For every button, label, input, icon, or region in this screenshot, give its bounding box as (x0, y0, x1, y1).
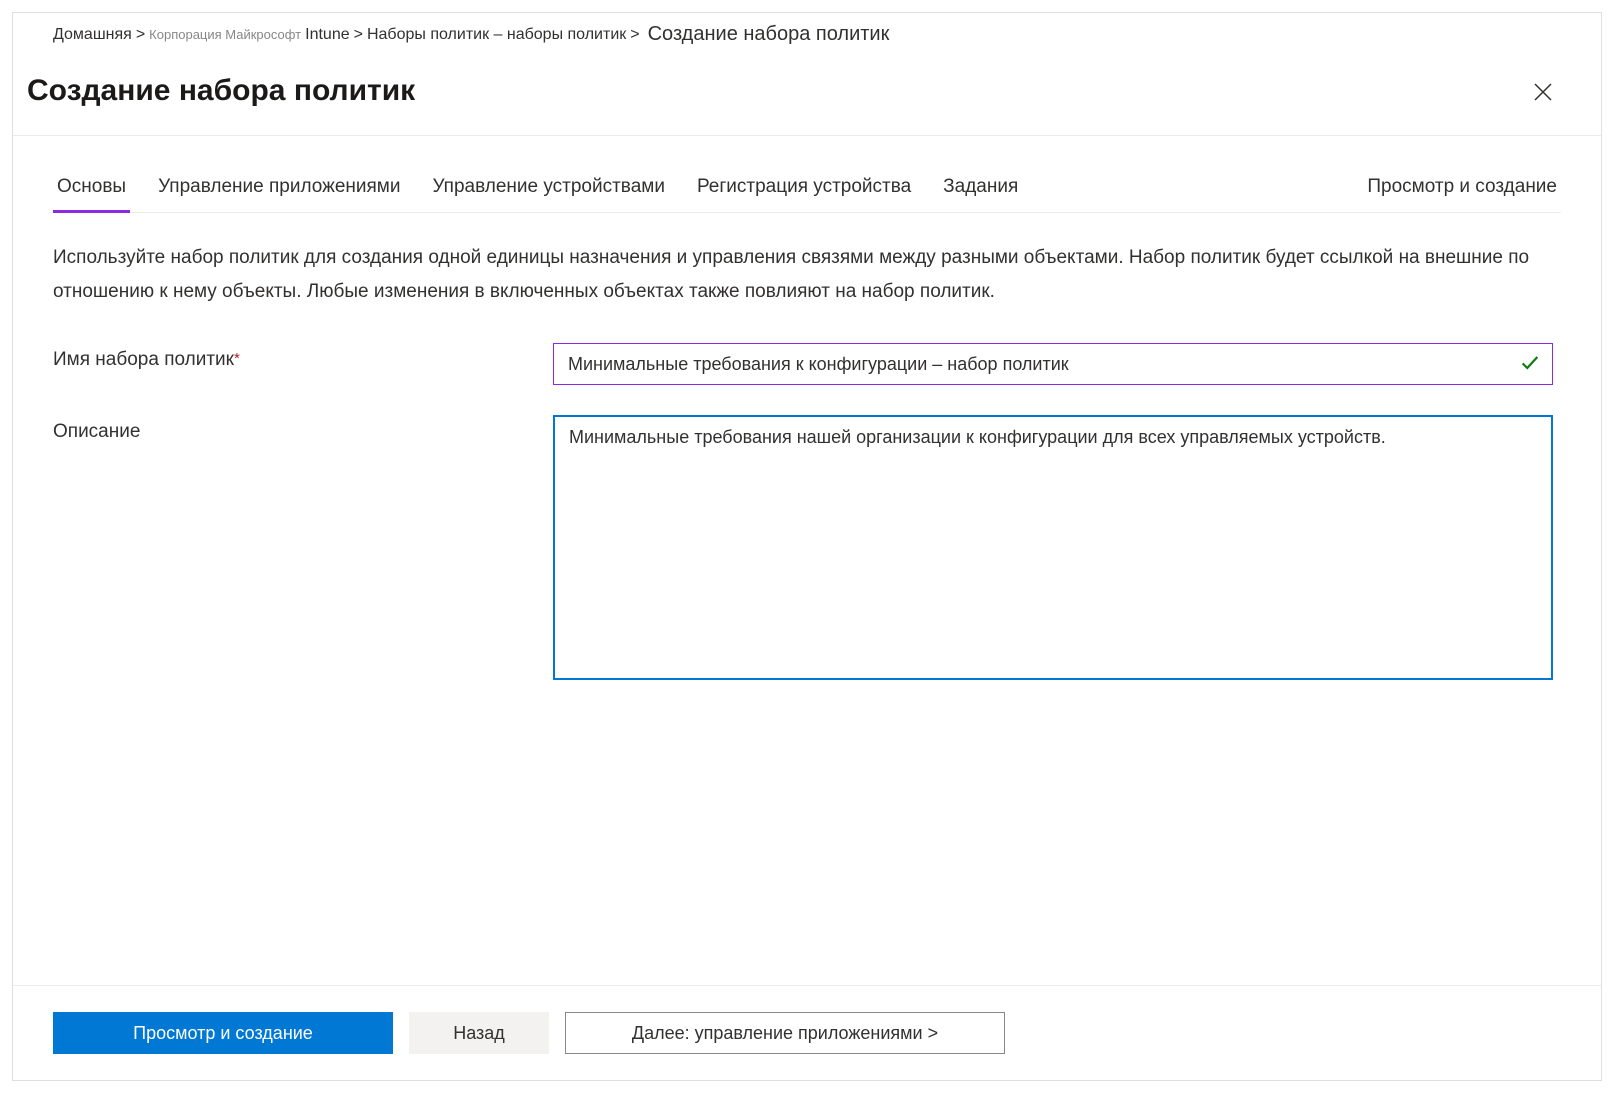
validation-check-icon (1519, 352, 1541, 377)
policyset-name-label: Имя набора политик* (53, 343, 553, 371)
breadcrumb-item-org[interactable]: Корпорация Майкрософт (149, 27, 301, 42)
close-icon (1531, 80, 1555, 104)
back-button[interactable]: Назад (409, 1012, 549, 1054)
policyset-description-input[interactable] (553, 415, 1553, 680)
tab-device-enrollment[interactable]: Регистрация устройства (693, 176, 915, 212)
breadcrumb: Домашняя > Корпорация Майкрософт Intune … (13, 13, 1601, 56)
breadcrumb-item-home[interactable]: Домашняя (53, 26, 132, 44)
breadcrumb-current: Создание набора политик (648, 23, 890, 46)
required-indicator: * (234, 350, 240, 367)
tab-assignments[interactable]: Задания (939, 176, 1022, 212)
policyset-name-label-text: Имя набора политик (53, 349, 234, 370)
breadcrumb-separator: > (136, 26, 145, 44)
next-button[interactable]: Далее: управление приложениями > (565, 1012, 1005, 1054)
breadcrumb-separator: > (630, 26, 639, 44)
tab-review-create[interactable]: Просмотр и создание (1363, 176, 1561, 212)
breadcrumb-separator: > (354, 26, 363, 44)
checkmark-icon (1519, 352, 1541, 374)
tab-basics[interactable]: Основы (53, 176, 130, 212)
wizard-tabs: Основы Управление приложениями Управлени… (53, 176, 1561, 213)
tab-device-management[interactable]: Управление устройствами (428, 176, 668, 212)
close-button[interactable] (1525, 74, 1561, 113)
page-title: Создание набора политик (27, 74, 415, 108)
breadcrumb-item-policysets[interactable]: Наборы политик – наборы политик (367, 26, 626, 44)
breadcrumb-item-intune[interactable]: Intune (305, 26, 349, 44)
tab-app-management[interactable]: Управление приложениями (154, 176, 404, 212)
wizard-footer: Просмотр и создание Назад Далее: управле… (13, 985, 1601, 1080)
intro-description: Используйте набор политик для создания о… (53, 241, 1533, 309)
policyset-description-label: Описание (53, 415, 553, 443)
review-create-button[interactable]: Просмотр и создание (53, 1012, 393, 1054)
policyset-name-input[interactable] (553, 343, 1553, 385)
